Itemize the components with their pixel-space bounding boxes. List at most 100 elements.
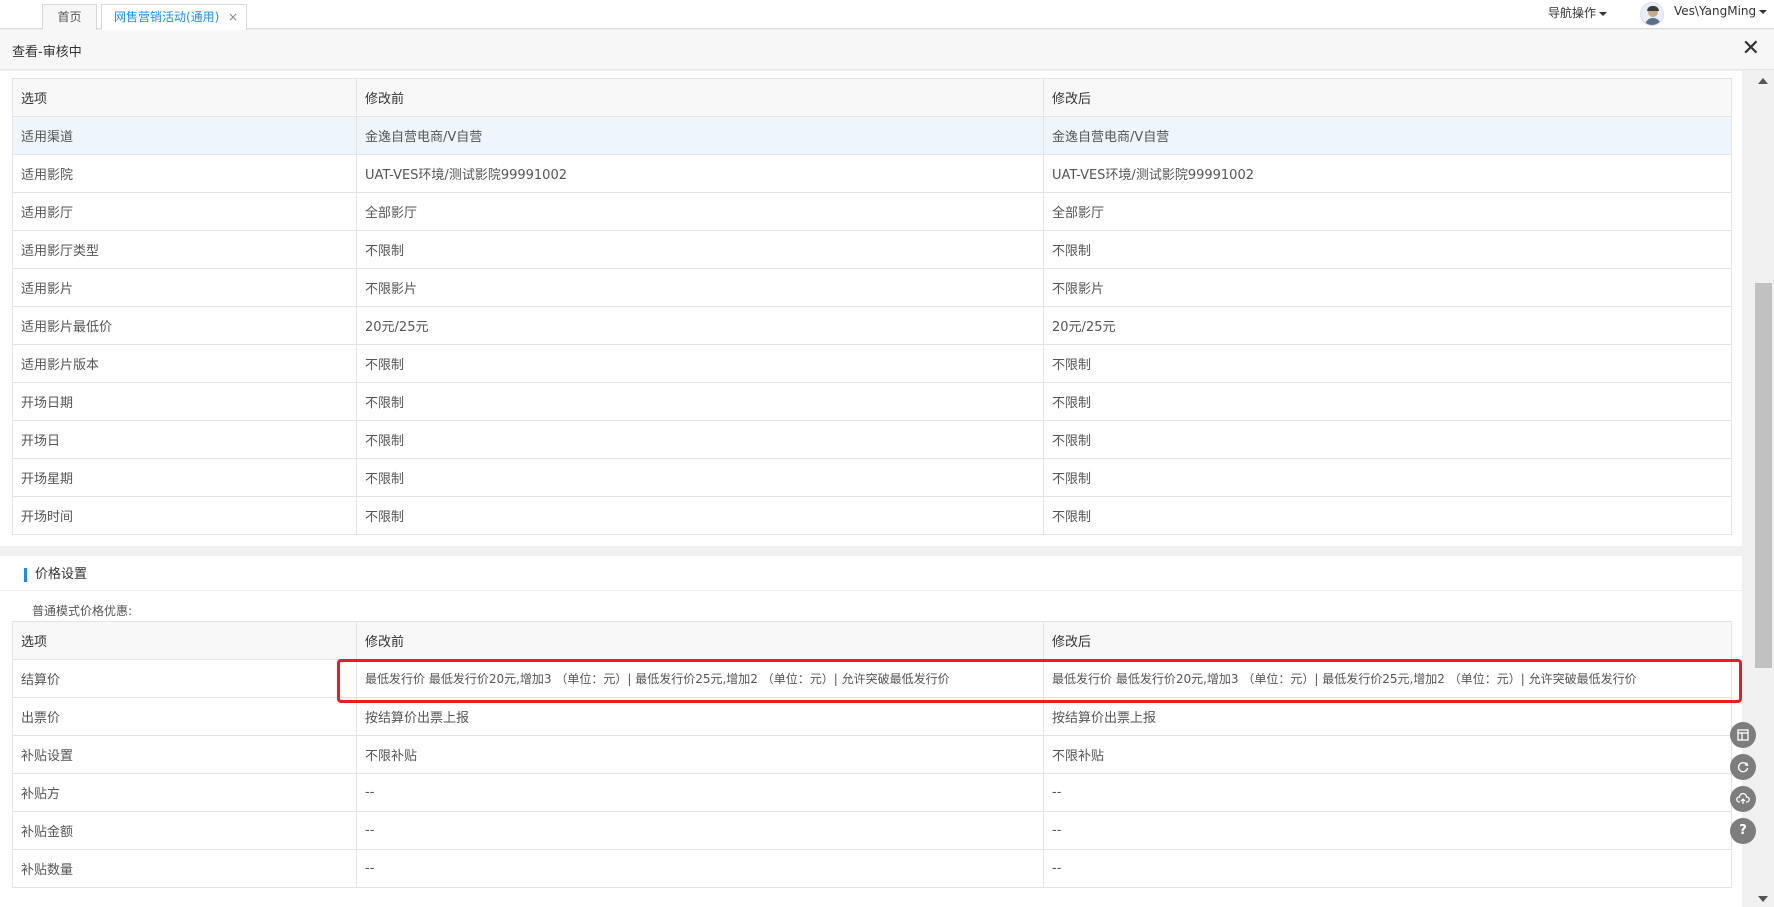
section-title: 价格设置 bbox=[24, 568, 87, 582]
table-cell: 结算价 bbox=[12, 659, 357, 698]
table-cell: -- bbox=[1043, 811, 1732, 850]
top-bar: 首页 网售营销活动(通用) × 导航操作 Ves\YangMing bbox=[0, 0, 1774, 30]
table-cell: 按结算价出票上报 bbox=[356, 697, 1044, 736]
table-cell: 不限制 bbox=[356, 458, 1044, 497]
normal-mode-label: 普通模式价格优惠: bbox=[32, 604, 133, 618]
username-label: Ves\YangMing bbox=[1674, 4, 1757, 18]
table-cell: 金逸自营电商/V自营 bbox=[1043, 116, 1732, 155]
table-cell: 适用影厅 bbox=[12, 192, 357, 231]
table-row: 适用影片最低价 20元/25元 20元/25元 bbox=[12, 306, 1732, 345]
table-row: 开场日 不限制 不限制 bbox=[12, 420, 1732, 459]
table-cell: UAT-VES环境/测试影院99991002 bbox=[356, 154, 1044, 193]
table-cell: 补贴设置 bbox=[12, 735, 357, 774]
table-cell: 补贴数量 bbox=[12, 849, 357, 888]
nav-operations-label: 导航操作 bbox=[1548, 6, 1597, 20]
nav-operations-menu[interactable]: 导航操作 bbox=[1548, 4, 1608, 21]
price-table: 选项 修改前 修改后 结算价 最低发行价 最低发行价20元,增加3 （单位：元）|… bbox=[12, 621, 1732, 888]
table-cell: 按结算价出票上报 bbox=[1043, 697, 1732, 736]
tab-home[interactable]: 首页 bbox=[42, 4, 97, 30]
table-row: 适用影片 不限影片 不限影片 bbox=[12, 268, 1732, 307]
table-header-row: 选项 修改前 修改后 bbox=[12, 621, 1732, 660]
chevron-down-icon bbox=[1599, 11, 1608, 16]
tab-close-icon[interactable]: × bbox=[228, 5, 238, 30]
table-row: 出票价 按结算价出票上报 按结算价出票上报 bbox=[12, 697, 1732, 736]
applicability-table: 选项 修改前 修改后 适用渠道 金逸自营电商/V自营 金逸自营电商/V自营 适用影院… bbox=[12, 78, 1732, 535]
table-cell: 全部影厅 bbox=[1043, 192, 1732, 231]
table-cell: 开场日期 bbox=[12, 382, 357, 421]
table-cell: 不限制 bbox=[1043, 458, 1732, 497]
column-header: 修改后 bbox=[1043, 78, 1732, 117]
table-row: 补贴方 -- -- bbox=[12, 773, 1732, 812]
table-cell: 不限补贴 bbox=[356, 735, 1044, 774]
table-cell: 不限制 bbox=[1043, 230, 1732, 269]
chevron-down-icon bbox=[1759, 9, 1768, 14]
avatar[interactable] bbox=[1640, 2, 1664, 26]
tab-online-marketing-activity[interactable]: 网售营销活动(通用) × bbox=[101, 4, 247, 30]
table-row: 结算价 最低发行价 最低发行价20元,增加3 （单位：元）| 最低发行价25元,增… bbox=[12, 659, 1732, 698]
table-cell: 不限制 bbox=[1043, 344, 1732, 383]
table-cell: -- bbox=[356, 811, 1044, 850]
table-cell: 开场日 bbox=[12, 420, 357, 459]
column-header: 选项 bbox=[12, 78, 357, 117]
table-cell: 不限影片 bbox=[1043, 268, 1732, 307]
table-header-row: 选项 修改前 修改后 bbox=[12, 78, 1732, 117]
table-row: 补贴数量 -- -- bbox=[12, 849, 1732, 888]
table-cell: 开场时间 bbox=[12, 496, 357, 535]
table-cell: -- bbox=[1043, 849, 1732, 888]
table-row: 适用渠道 金逸自营电商/V自营 金逸自营电商/V自营 bbox=[12, 116, 1732, 155]
table-row: 适用影院 UAT-VES环境/测试影院99991002 UAT-VES环境/测试影院… bbox=[12, 154, 1732, 193]
table-cell: UAT-VES环境/测试影院99991002 bbox=[1043, 154, 1732, 193]
table-cell: 最低发行价 最低发行价20元,增加3 （单位：元）| 最低发行价25元,增加2 … bbox=[356, 659, 1044, 698]
scrollbar-thumb[interactable] bbox=[1755, 283, 1772, 668]
table-cell: 最低发行价 最低发行价20元,增加3 （单位：元）| 最低发行价25元,增加2 … bbox=[1043, 659, 1732, 698]
table-row: 开场星期 不限制 不限制 bbox=[12, 458, 1732, 497]
table-row: 适用影厅 全部影厅 全部影厅 bbox=[12, 192, 1732, 231]
table-cell: 不限影片 bbox=[356, 268, 1044, 307]
table-cell: 不限制 bbox=[1043, 420, 1732, 459]
panel-title-bar: 查看-审核中 ✕ bbox=[0, 30, 1774, 70]
table-cell: 不限制 bbox=[356, 420, 1044, 459]
table-cell: 全部影厅 bbox=[356, 192, 1044, 231]
column-header: 选项 bbox=[12, 621, 357, 660]
table-cell: 金逸自营电商/V自营 bbox=[356, 116, 1044, 155]
help-icon[interactable]: ? bbox=[1730, 818, 1756, 844]
user-menu[interactable]: Ves\YangMing bbox=[1674, 4, 1768, 18]
table-row: 适用影厅类型 不限制 不限制 bbox=[12, 230, 1732, 269]
table-row: 开场日期 不限制 不限制 bbox=[12, 382, 1732, 421]
table-cell: 适用渠道 bbox=[12, 116, 357, 155]
table-icon[interactable] bbox=[1730, 722, 1756, 748]
refresh-icon[interactable] bbox=[1730, 754, 1756, 780]
table-row: 补贴金额 -- -- bbox=[12, 811, 1732, 850]
column-header: 修改前 bbox=[356, 621, 1044, 660]
table-cell: 补贴方 bbox=[12, 773, 357, 812]
table-row: 开场时间 不限制 不限制 bbox=[12, 496, 1732, 535]
table-cell: 不限制 bbox=[1043, 496, 1732, 535]
table-cell: 适用影片版本 bbox=[12, 344, 357, 383]
table-cell: -- bbox=[1043, 773, 1732, 812]
cloud-upload-icon[interactable] bbox=[1730, 786, 1756, 812]
applicability-card: 选项 修改前 修改后 适用渠道 金逸自营电商/V自营 金逸自营电商/V自营 适用影院… bbox=[0, 71, 1742, 546]
table-cell: 适用影片最低价 bbox=[12, 306, 357, 345]
table-cell: 不限补贴 bbox=[1043, 735, 1732, 774]
column-header: 修改后 bbox=[1043, 621, 1732, 660]
table-cell: 适用影片 bbox=[12, 268, 357, 307]
close-icon[interactable]: ✕ bbox=[1742, 36, 1760, 62]
table-cell: 20元/25元 bbox=[1043, 306, 1732, 345]
table-cell: 补贴金额 bbox=[12, 811, 357, 850]
page-title: 查看-审核中 bbox=[12, 45, 82, 60]
table-cell: 不限制 bbox=[356, 344, 1044, 383]
app-root: 首页 网售营销活动(通用) × 导航操作 Ves\YangMing 查看-审核中… bbox=[0, 0, 1774, 907]
table-cell: 适用影院 bbox=[12, 154, 357, 193]
table-cell: 出票价 bbox=[12, 697, 357, 736]
scroll-down-icon[interactable] bbox=[1758, 896, 1768, 902]
divider bbox=[0, 590, 1742, 591]
table-row: 补贴设置 不限补贴 不限补贴 bbox=[12, 735, 1732, 774]
price-settings-card: 价格设置 普通模式价格优惠: 选项 修改前 修改后 结算价 最低发行价 最低发行价… bbox=[0, 556, 1742, 907]
table-cell: -- bbox=[356, 849, 1044, 888]
table-cell: 不限制 bbox=[356, 496, 1044, 535]
scroll-up-icon[interactable] bbox=[1758, 78, 1768, 84]
column-header: 修改前 bbox=[356, 78, 1044, 117]
table-cell: 开场星期 bbox=[12, 458, 357, 497]
table-cell: 不限制 bbox=[1043, 382, 1732, 421]
tab-label: 网售营销活动(通用) bbox=[114, 10, 220, 24]
